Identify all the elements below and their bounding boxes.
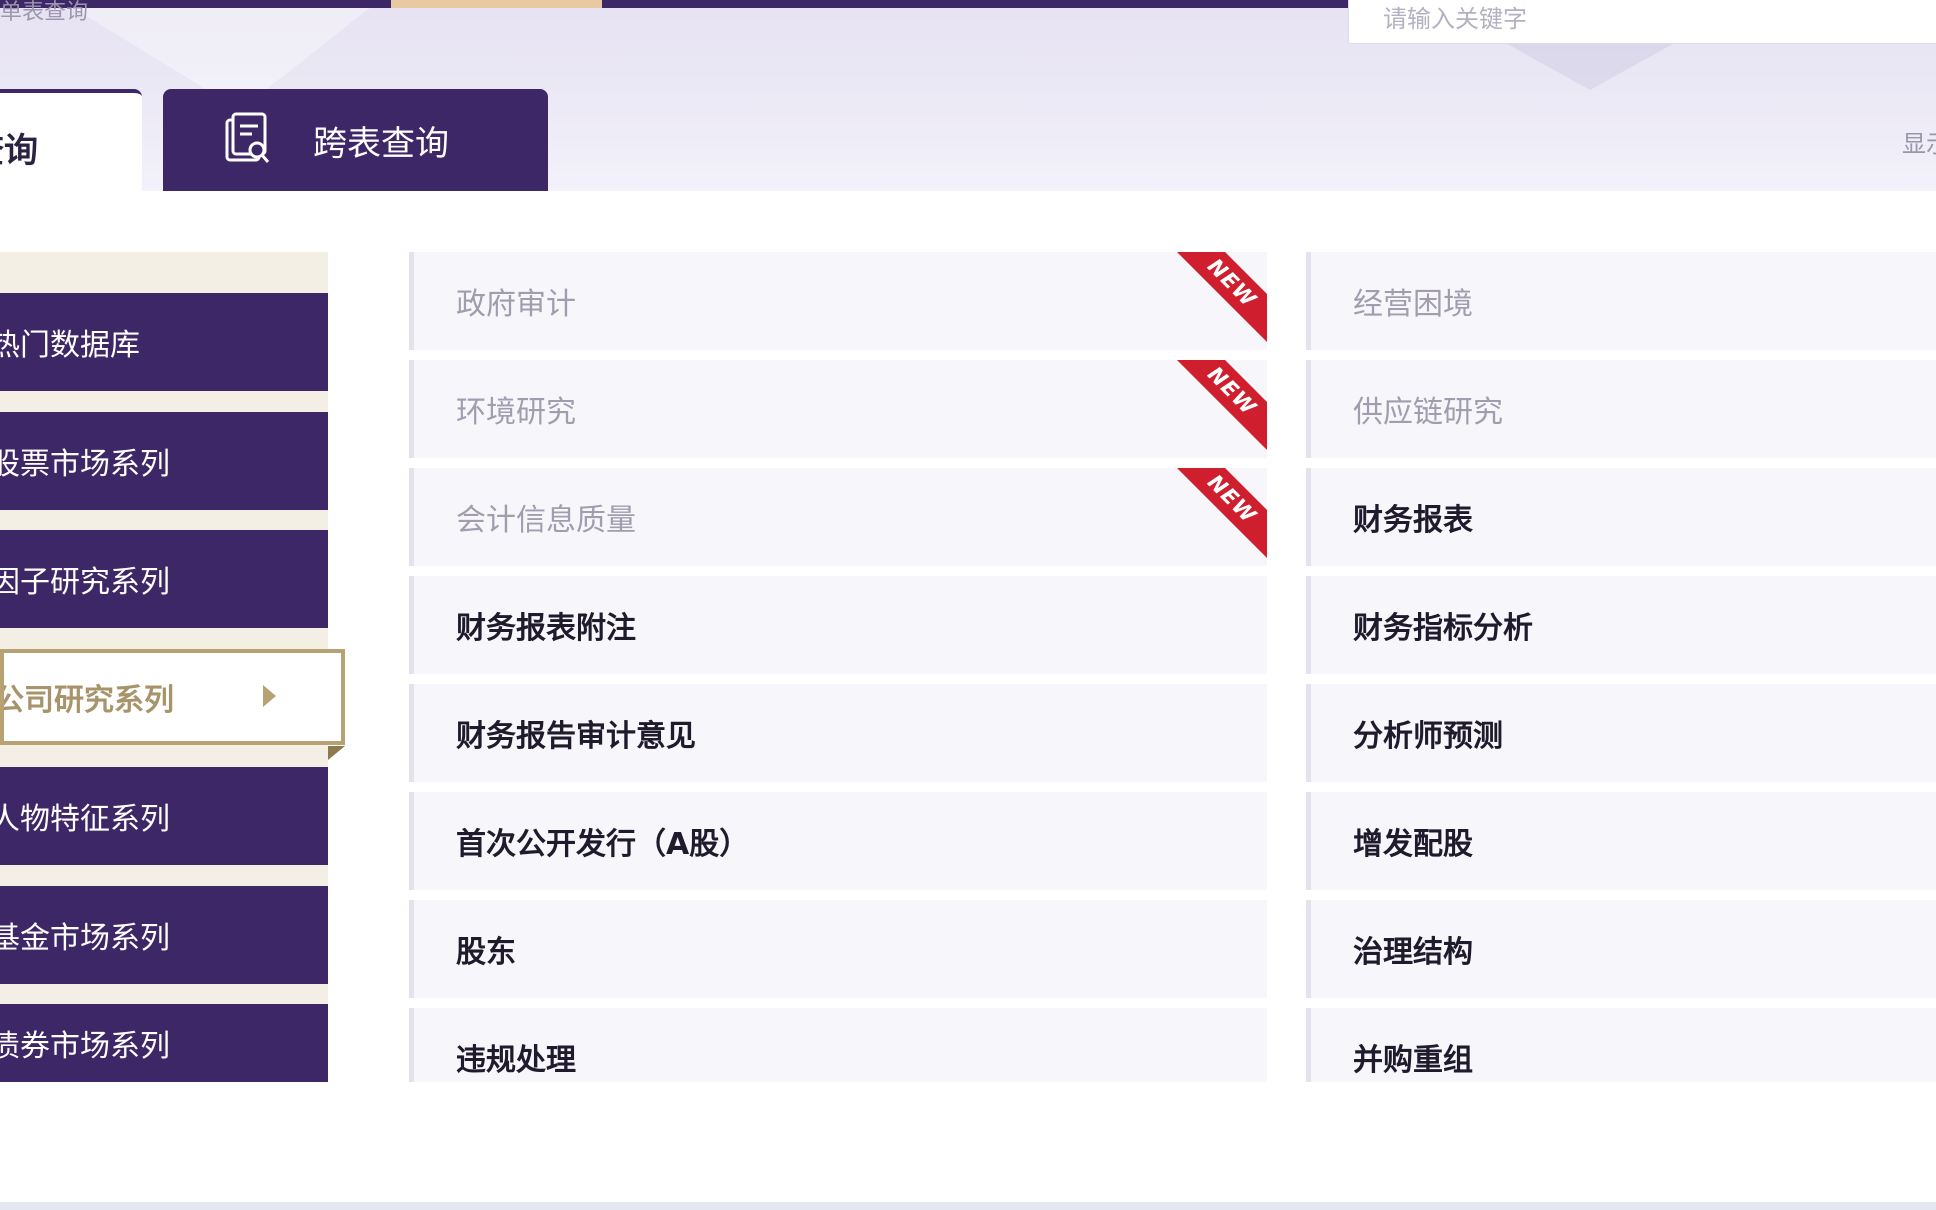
category-supply-chain-research[interactable]: 供应链研究 bbox=[1306, 360, 1936, 458]
sidebar-item-company-research[interactable]: 公司研究系列 bbox=[0, 649, 345, 745]
new-badge-text: NEW bbox=[1202, 469, 1262, 529]
category-governance-structure[interactable]: 治理结构 bbox=[1306, 900, 1936, 998]
category-label: 会计信息质量 bbox=[456, 503, 636, 538]
category-government-audit[interactable]: 政府审计 NEW bbox=[409, 252, 1267, 350]
category-accounting-info-quality[interactable]: 会计信息质量 NEW bbox=[409, 468, 1267, 566]
sidebar-item-label: 基金市场系列 bbox=[0, 921, 170, 956]
tab-cross-label: 跨表查询 bbox=[313, 123, 449, 164]
category-label: 首次公开发行（A股） bbox=[456, 827, 750, 862]
category-label: 股东 bbox=[456, 935, 516, 970]
sidebar-item-label: 热门数据库 bbox=[0, 328, 140, 363]
page: 单表查询 显示 查询 跨表查询 热门数据库 股票市场系列 因子研究系列 公司研究… bbox=[0, 0, 1936, 1210]
bottom-strip bbox=[0, 1202, 1936, 1210]
category-label: 分析师预测 bbox=[1353, 719, 1503, 754]
category-environment-research[interactable]: 环境研究 NEW bbox=[409, 360, 1267, 458]
category-audit-opinion[interactable]: 财务报告审计意见 bbox=[409, 684, 1267, 782]
banner-decoration bbox=[1500, 40, 1680, 90]
sidebar-item-label: 人物特征系列 bbox=[0, 802, 170, 837]
category-mergers-acquisitions[interactable]: 并购重组 bbox=[1306, 1008, 1936, 1082]
tab-single-table-query[interactable]: 查询 bbox=[0, 89, 142, 191]
category-grid: 政府审计 NEW 环境研究 NEW 会计信息质量 NEW 财务报表附注 财务报告… bbox=[409, 252, 1936, 1082]
category-shareholders[interactable]: 股东 bbox=[409, 900, 1267, 998]
category-ipo-a-share[interactable]: 首次公开发行（A股） bbox=[409, 792, 1267, 890]
new-badge: NEW bbox=[1166, 468, 1267, 565]
sidebar-item-label: 债券市场系列 bbox=[0, 1029, 170, 1064]
tab-single-label: 查询 bbox=[0, 131, 38, 171]
category-label: 财务报表附注 bbox=[456, 611, 636, 646]
sidebar-item-label: 股票市场系列 bbox=[0, 447, 170, 482]
report-search-icon bbox=[225, 112, 270, 163]
category-label: 财务报表 bbox=[1353, 503, 1473, 538]
category-financial-statement-notes[interactable]: 财务报表附注 bbox=[409, 576, 1267, 674]
sidebar-item-stock-market[interactable]: 股票市场系列 bbox=[0, 412, 328, 510]
category-label: 政府审计 bbox=[456, 287, 576, 322]
category-financial-indicator-analysis[interactable]: 财务指标分析 bbox=[1306, 576, 1936, 674]
new-badge: NEW bbox=[1166, 360, 1267, 457]
sidebar-item-fund-market[interactable]: 基金市场系列 bbox=[0, 886, 328, 984]
category-label: 治理结构 bbox=[1353, 935, 1473, 970]
category-label: 违规处理 bbox=[456, 1043, 576, 1078]
sidebar: 热门数据库 股票市场系列 因子研究系列 公司研究系列 人物特征系列 基金市场系列… bbox=[0, 252, 345, 1082]
category-label: 并购重组 bbox=[1353, 1043, 1473, 1078]
breadcrumb[interactable]: 单表查询 bbox=[0, 0, 88, 26]
category-violations[interactable]: 违规处理 bbox=[409, 1008, 1267, 1082]
sidebar-item-label: 公司研究系列 bbox=[0, 683, 174, 718]
category-operating-distress[interactable]: 经营困境 bbox=[1306, 252, 1936, 350]
category-label: 财务指标分析 bbox=[1353, 611, 1533, 646]
sidebar-item-person-traits[interactable]: 人物特征系列 bbox=[0, 767, 328, 865]
active-item-fold bbox=[328, 746, 345, 760]
caret-right-icon bbox=[263, 685, 276, 707]
tab-cross-table-query[interactable]: 跨表查询 bbox=[163, 89, 548, 191]
category-financial-statements[interactable]: 财务报表 bbox=[1306, 468, 1936, 566]
category-label: 经营困境 bbox=[1353, 287, 1473, 322]
sidebar-item-bond-market[interactable]: 债券市场系列 bbox=[0, 1004, 328, 1082]
category-label: 财务报告审计意见 bbox=[456, 719, 696, 754]
display-toggle-text[interactable]: 显示 bbox=[1902, 124, 1936, 159]
sidebar-item-hot-databases[interactable]: 热门数据库 bbox=[0, 293, 328, 391]
new-badge: NEW bbox=[1166, 252, 1267, 349]
new-badge-text: NEW bbox=[1202, 361, 1262, 421]
new-badge-text: NEW bbox=[1202, 253, 1262, 313]
category-seo-rights-issue[interactable]: 增发配股 bbox=[1306, 792, 1936, 890]
category-label: 供应链研究 bbox=[1353, 395, 1503, 430]
category-label: 环境研究 bbox=[456, 395, 576, 430]
search-input[interactable] bbox=[1348, 0, 1936, 44]
top-nav-active-indicator bbox=[391, 0, 602, 8]
category-analyst-forecast[interactable]: 分析师预测 bbox=[1306, 684, 1936, 782]
category-label: 增发配股 bbox=[1353, 827, 1473, 862]
sidebar-item-factor-research[interactable]: 因子研究系列 bbox=[0, 530, 328, 628]
sidebar-item-label: 因子研究系列 bbox=[0, 565, 170, 600]
